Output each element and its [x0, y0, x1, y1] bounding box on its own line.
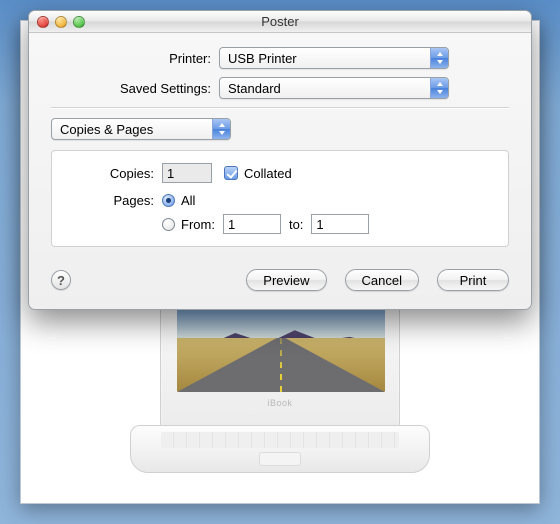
- printer-label: Printer:: [51, 51, 219, 66]
- ibook-brand-label: iBook: [177, 398, 383, 408]
- pages-to-label: to:: [289, 217, 303, 232]
- saved-settings-select[interactable]: Standard: [219, 77, 449, 99]
- pages-all-label: All: [181, 193, 195, 208]
- copies-input[interactable]: [162, 163, 212, 183]
- printer-select[interactable]: USB Printer: [219, 47, 449, 69]
- radio-icon: [162, 218, 175, 231]
- window-title: Poster: [29, 14, 531, 29]
- collated-checkbox[interactable]: Collated: [224, 166, 292, 181]
- help-icon: ?: [57, 273, 65, 288]
- pages-to-input[interactable]: [311, 214, 369, 234]
- minimize-button[interactable]: [55, 16, 67, 28]
- section-select[interactable]: Copies & Pages: [51, 118, 231, 140]
- divider: [51, 107, 509, 108]
- copies-label: Copies:: [66, 166, 162, 181]
- print-dialog: Poster Printer: USB Printer Saved Settin…: [28, 10, 532, 310]
- checkbox-icon: [224, 166, 238, 180]
- help-button[interactable]: ?: [51, 270, 71, 290]
- dropdown-arrows-icon: [212, 119, 230, 139]
- preview-button[interactable]: Preview: [246, 269, 326, 291]
- saved-settings-value: Standard: [228, 81, 281, 96]
- radio-icon: [162, 194, 175, 207]
- collated-label: Collated: [244, 166, 292, 181]
- close-button[interactable]: [37, 16, 49, 28]
- dropdown-arrows-icon: [430, 48, 448, 68]
- saved-settings-label: Saved Settings:: [51, 81, 219, 96]
- pages-from-label: From:: [181, 217, 215, 232]
- copies-pages-group: Copies: Collated Pages: All: [51, 150, 509, 247]
- pages-label: Pages:: [66, 193, 162, 208]
- ibook-base: [130, 425, 430, 473]
- section-select-value: Copies & Pages: [60, 122, 153, 137]
- pages-all-radio[interactable]: All: [162, 193, 369, 208]
- titlebar[interactable]: Poster: [29, 11, 531, 33]
- cancel-button[interactable]: Cancel: [345, 269, 419, 291]
- pages-from-input[interactable]: [223, 214, 281, 234]
- print-button[interactable]: Print: [437, 269, 509, 291]
- printer-select-value: USB Printer: [228, 51, 297, 66]
- dropdown-arrows-icon: [430, 78, 448, 98]
- pages-from-radio[interactable]: From:: [162, 217, 215, 232]
- zoom-button[interactable]: [73, 16, 85, 28]
